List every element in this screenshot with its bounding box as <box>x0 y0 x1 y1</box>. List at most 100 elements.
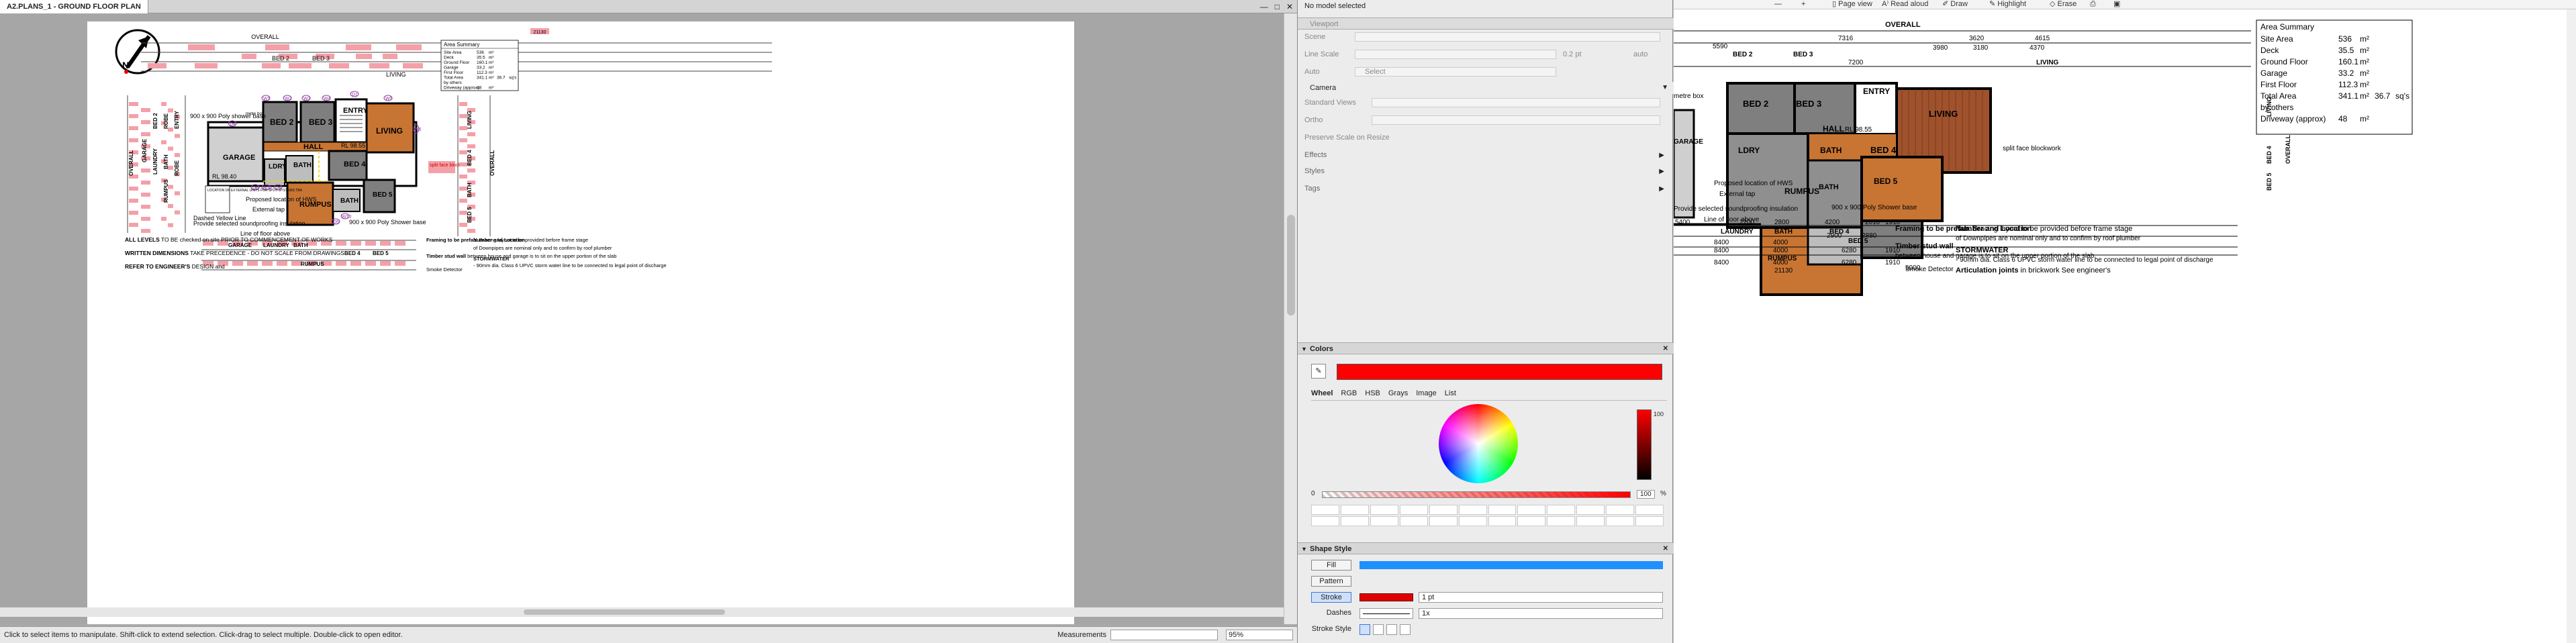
svg-text:4000: 4000 <box>1773 247 1788 254</box>
dashes-select[interactable] <box>1359 608 1413 619</box>
bed2-label-right: BED 2 <box>1743 99 1768 109</box>
svg-text:W1: W1 <box>263 97 271 101</box>
stroke-button[interactable]: Stroke <box>1311 592 1351 603</box>
dimension-tag <box>141 205 150 209</box>
scene-select[interactable] <box>1355 32 1660 42</box>
preserve-scale-checkbox[interactable]: Preserve Scale on Resize <box>1304 132 1390 144</box>
area-row-unit: m² <box>489 56 494 60</box>
soundproof-note-right: Provide selected soundproofing insulatio… <box>1674 205 1798 213</box>
horizontal-scroll-thumb[interactable] <box>524 609 725 615</box>
svg-text:ROBE: ROBE <box>174 160 180 176</box>
living-top-label: LIVING <box>2036 59 2059 66</box>
vertical-scroll-thumb[interactable] <box>1287 215 1295 315</box>
label-rl-1: RL 98.55 <box>341 142 365 149</box>
svg-text:STORMWATER: STORMWATER <box>1956 246 2008 254</box>
svg-text:BATH: BATH <box>467 183 473 197</box>
color-swatch-grid[interactable] <box>1311 505 1664 526</box>
measurements-input[interactable] <box>1110 630 1218 640</box>
area-row-label: Garage <box>2260 68 2287 78</box>
pattern-button[interactable]: Pattern <box>1311 576 1351 587</box>
color-tab-rgb[interactable]: RGB <box>1341 389 1357 397</box>
current-color-swatch[interactable] <box>1337 364 1662 380</box>
styles-section[interactable]: Styles <box>1304 165 1325 177</box>
area-row-value: 112.3 <box>2338 80 2358 89</box>
color-mode-tabs: Wheel RGB HSB Grays Image List <box>1311 389 1456 397</box>
garage-label-right: GARAGE <box>1674 138 1703 146</box>
close-icon[interactable]: ✕ <box>1663 543 1668 555</box>
svg-text:21130: 21130 <box>1774 267 1793 275</box>
area-row-label: Deck <box>444 56 455 60</box>
cap-butt-button[interactable] <box>1359 624 1370 635</box>
vertical-scrollbar[interactable] <box>1284 13 1297 624</box>
camera-section[interactable]: Camera ▼ <box>1298 82 1674 94</box>
drawing-canvas[interactable]: N OVERALL 21130 BED 2 BED 3 LIVING Area … <box>0 13 1284 624</box>
pdf-vertical-scrollbar[interactable] <box>2567 9 2576 643</box>
highlight-button[interactable]: ✎ Highlight <box>1989 0 2026 9</box>
colors-section-header[interactable]: ▼ Colors ✕ <box>1298 342 1674 354</box>
page-view-button[interactable]: ▯ Page view <box>1832 0 1872 9</box>
color-tab-hsb[interactable]: HSB <box>1365 389 1380 397</box>
entry-label-right: ENTRY <box>1863 87 1890 96</box>
overall-label: OVERALL <box>1885 21 1921 29</box>
inspector-panel: No model selected Viewport Scene Line Sc… <box>1297 0 1674 643</box>
svg-text:Number and Location: Number and Location <box>1956 225 2032 233</box>
area-row-unit: m² <box>2360 57 2369 66</box>
line-scale-slider[interactable] <box>1355 50 1556 59</box>
cap-round-button[interactable] <box>1373 624 1384 635</box>
close-icon[interactable]: ✕ <box>1663 343 1668 355</box>
ortho-checkbox[interactable]: Ortho <box>1304 114 1323 126</box>
color-tab-list[interactable]: List <box>1445 389 1456 397</box>
zoom-in-icon[interactable]: + <box>1801 0 1805 9</box>
ortho-select[interactable] <box>1372 115 1660 125</box>
tags-section[interactable]: Tags <box>1304 183 1320 195</box>
hws-note: Proposed location of HWS <box>246 196 317 203</box>
zoom-select[interactable]: 95% <box>1226 630 1293 640</box>
opacity-value[interactable]: 100 <box>1637 490 1655 499</box>
area-row-label: Site Area <box>2260 34 2293 44</box>
svg-text:Timber stud wall between house: Timber stud wall between house and garag… <box>426 253 616 259</box>
document-tab[interactable]: A2.PLANS_1 - GROUND FLOOR PLAN <box>0 0 148 13</box>
area-row-value: 35.5 <box>477 56 485 60</box>
brightness-slider[interactable] <box>1637 409 1652 480</box>
save-icon[interactable]: ▣ <box>2113 0 2120 9</box>
pdf-page[interactable]: OVERALL 7316 3620 4615 5590 BED 2 BED 3 … <box>1674 9 2567 643</box>
fill-button[interactable]: Fill <box>1311 560 1351 571</box>
smoke-detector-label: Smoke Detector <box>426 266 463 273</box>
minimize-icon[interactable]: — <box>1260 2 1268 11</box>
draw-button[interactable]: ✐ Draw <box>1942 0 1968 9</box>
color-tab-grays[interactable]: Grays <box>1388 389 1408 397</box>
dimension-tag <box>129 102 138 106</box>
stroke-width-select[interactable]: 1 pt <box>1419 592 1663 603</box>
color-wheel[interactable] <box>1439 404 1518 483</box>
close-icon[interactable]: ✕ <box>1286 2 1293 11</box>
opacity-slider[interactable] <box>1322 491 1631 498</box>
bed2-top-label: BED 2 <box>1733 51 1753 58</box>
viewport-section[interactable]: Viewport <box>1298 17 1674 30</box>
bed5-label-right: BED 5 <box>1874 177 1898 186</box>
erase-button[interactable]: ◇ Erase <box>2050 0 2077 9</box>
eyedropper-icon[interactable]: ✎ <box>1311 364 1326 379</box>
stroke-color-swatch[interactable] <box>1359 593 1413 601</box>
dimension-tag <box>467 132 475 136</box>
color-tab-wheel[interactable]: Wheel <box>1311 389 1333 397</box>
cap-square-button[interactable] <box>1386 624 1397 635</box>
color-tab-image[interactable]: Image <box>1416 389 1437 397</box>
standard-views-select[interactable] <box>1372 98 1660 107</box>
join-button[interactable] <box>1400 624 1411 635</box>
room-bath <box>285 155 314 183</box>
fill-color-bar[interactable] <box>1359 561 1663 569</box>
svg-text:BATH: BATH <box>163 154 169 169</box>
label-hall: HALL <box>303 143 324 151</box>
horizontal-scrollbar[interactable] <box>0 607 1284 617</box>
effects-section[interactable]: Effects <box>1304 149 1327 161</box>
dimension-tag <box>168 204 173 208</box>
zoom-out-icon[interactable]: — <box>1774 0 1782 9</box>
print-icon[interactable]: ⎙ <box>2090 0 2096 9</box>
svg-text:BED 5: BED 5 <box>373 250 389 256</box>
read-aloud-button[interactable]: A⁾ Read aloud <box>1882 0 1928 9</box>
maximize-icon[interactable]: □ <box>1275 2 1280 11</box>
shape-style-header[interactable]: ▼ Shape Style ✕ <box>1298 542 1674 554</box>
auto-checkbox[interactable]: Auto <box>1304 66 1320 78</box>
dimension-tag <box>141 217 150 221</box>
dashes-scale-select[interactable]: 1x <box>1419 608 1663 619</box>
